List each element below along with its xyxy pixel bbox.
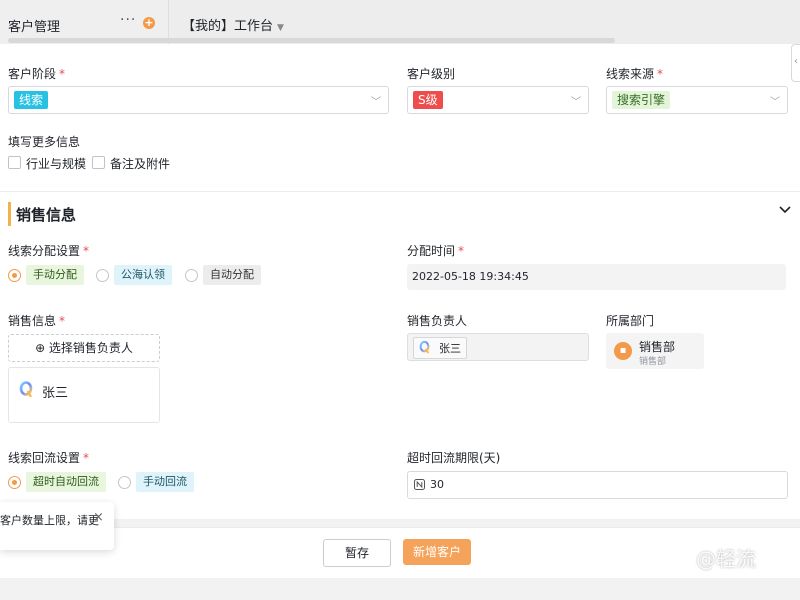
section-title: 销售信息 (16, 206, 77, 224)
reflow-label: 线索回流设置 * (8, 451, 90, 465)
level-select[interactable]: S级 ﹀ (407, 86, 589, 114)
save-draft-button[interactable]: 暂存 (323, 539, 391, 567)
stage-select[interactable]: 线索 ﹀ (8, 86, 389, 114)
sales-info-label: 销售信息 * (8, 314, 66, 328)
more-icon[interactable]: ··· (120, 12, 136, 28)
level-tag: S级 (413, 91, 443, 109)
chevron-down-icon: ﹀ (371, 97, 381, 108)
assign-time-value: 2022-05-18 19:34:45 (412, 270, 529, 283)
add-customer-button[interactable]: 新增客户 (403, 539, 471, 565)
dept-name: 销售部 (639, 340, 676, 354)
dept-label: 所属部门 (606, 314, 655, 328)
horizontal-scrollbar[interactable] (8, 38, 615, 43)
tab-workbench[interactable]: 【我的】工作台 ▼ (182, 15, 284, 34)
assign-label: 线索分配设置 * (8, 244, 90, 258)
user-avatar-icon (419, 340, 430, 354)
chevron-down-icon: ﹀ (571, 97, 581, 108)
limit-toast: 客户数量上限，请更 × (0, 502, 114, 550)
reflow-radio-manual[interactable] (118, 476, 131, 489)
owner-label: 销售负责人 (407, 314, 468, 328)
source-tag: 搜索引擎 (612, 91, 671, 109)
level-label: 客户级别 (407, 67, 456, 81)
assign-option-auto[interactable]: 自动分配 (203, 265, 261, 285)
dept-sub: 销售部 (639, 357, 667, 367)
source-label: 线索来源 * (606, 67, 664, 81)
industry-checkbox[interactable] (8, 156, 21, 169)
tab-workbench-label: 【我的】工作台 (182, 19, 274, 34)
watermark: @轻流 (696, 547, 756, 571)
reflow-option-manual[interactable]: 手动回流 (136, 472, 194, 492)
department-icon: ▪ (614, 342, 632, 360)
owner-chip: 张三 (413, 337, 467, 359)
assign-radio-public[interactable] (96, 269, 109, 282)
app-title: 客户管理 (8, 20, 61, 35)
notes-label: 备注及附件 (110, 157, 171, 171)
form-card: 客户阶段 * 线索 ﹀ 客户级别 S级 ﹀ 线索来源 * 搜索引擎 ﹀ 填写更多信息… (0, 38, 800, 519)
user-avatar-icon (19, 381, 33, 397)
close-icon[interactable]: × (93, 510, 104, 525)
reflow-option-auto[interactable]: 超时自动回流 (26, 472, 106, 492)
timeout-input[interactable]: 30 (407, 471, 788, 499)
toast-message: 客户数量上限，请更 (0, 514, 99, 527)
selected-user-name: 张三 (42, 386, 69, 401)
owner-field: 张三 (407, 333, 589, 361)
stage-tag: 线索 (14, 91, 49, 109)
selected-user-card: 张三 (8, 367, 160, 423)
owner-name: 张三 (439, 342, 461, 355)
chevron-down-icon[interactable] (779, 203, 791, 219)
side-panel-handle[interactable]: ‹ (791, 44, 800, 82)
assign-option-manual[interactable]: 手动分配 (26, 265, 84, 285)
timeout-label: 超时回流期限(天) (407, 451, 501, 465)
stage-label: 客户阶段 * (8, 67, 66, 81)
number-field-icon (414, 479, 425, 490)
assign-radio-auto[interactable] (185, 269, 198, 282)
more-info-label: 填写更多信息 (8, 135, 81, 149)
caret-down-icon: ▼ (277, 23, 284, 33)
section-divider (0, 191, 800, 192)
source-select[interactable]: 搜索引擎 ﹀ (606, 86, 788, 114)
section-accent-bar (8, 202, 11, 226)
assign-radio-manual[interactable] (8, 269, 21, 282)
assign-time-field: 2022-05-18 19:34:45 (407, 264, 786, 290)
chevron-down-icon: ﹀ (770, 97, 780, 108)
reflow-radio-auto[interactable] (8, 476, 21, 489)
form-footer: 暂存 新增客户 (0, 527, 800, 578)
timeout-value: 30 (430, 478, 444, 491)
assign-option-public[interactable]: 公海认领 (114, 265, 172, 285)
select-sales-owner-button[interactable]: ⊕ 选择销售负责人 (8, 334, 160, 362)
industry-label: 行业与规模 (26, 157, 87, 171)
assign-time-label: 分配时间 * (407, 244, 465, 258)
notes-checkbox[interactable] (92, 156, 105, 169)
dept-card: ▪ 销售部 销售部 (606, 333, 704, 369)
add-icon[interactable]: + (143, 17, 155, 29)
